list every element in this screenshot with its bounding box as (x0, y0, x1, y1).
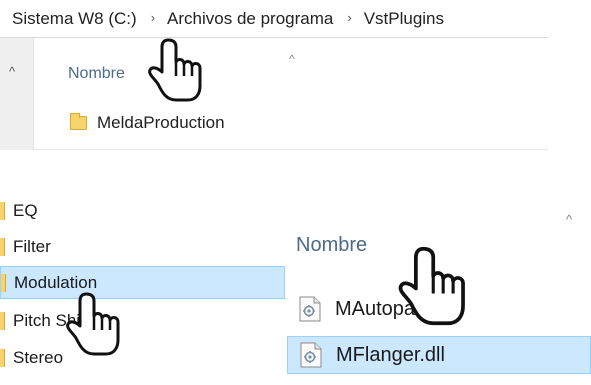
breadcrumb-separator-icon[interactable]: › (347, 10, 351, 25)
tree-item-label: Stereo (13, 347, 64, 367)
breadcrumb-drive[interactable]: Sistema W8 (C:) (12, 9, 137, 29)
scrollbar[interactable]: ^ (0, 38, 34, 150)
hand-pointer-icon (398, 246, 465, 326)
chevron-up-icon[interactable]: ^ (566, 212, 572, 227)
folder-icon (70, 113, 87, 130)
tree-item-pitch-shift[interactable]: Pitch Shift (0, 304, 285, 337)
hand-pointer-icon (148, 38, 202, 102)
folder-icon (0, 201, 5, 220)
list-item-meldaproduction[interactable]: MeldaProduction (70, 110, 225, 136)
scroll-up-icon[interactable]: ^ (9, 64, 15, 79)
chevron-up-icon[interactable]: ^ (289, 52, 295, 66)
breadcrumb: Sistema W8 (C:) › Archivos de programa ›… (0, 0, 548, 38)
list-item-label: MeldaProduction (97, 113, 225, 132)
breadcrumb-vstplugins[interactable]: VstPlugins (364, 9, 444, 29)
tree-item-eq[interactable]: EQ (0, 194, 285, 227)
column-header-nombre[interactable]: Nombre (296, 234, 367, 257)
breadcrumb-separator-icon[interactable]: › (151, 10, 155, 25)
file-name-label: MFlanger.dll (336, 343, 445, 366)
folder-icon (0, 311, 5, 330)
tree-item-stereo[interactable]: Stereo (0, 341, 285, 374)
file-row-mflanger[interactable]: MFlanger.dll (287, 336, 591, 374)
dll-file-icon (300, 342, 322, 368)
tree-item-modulation[interactable]: Modulation (0, 266, 285, 299)
folder-icon (0, 237, 5, 256)
hand-pointer-icon (66, 292, 120, 356)
folder-icon (1, 273, 6, 292)
dll-file-icon (299, 296, 321, 322)
breadcrumb-program-files[interactable]: Archivos de programa (167, 9, 333, 29)
tree-item-filter[interactable]: Filter (0, 230, 285, 263)
explorer-top-panel: Sistema W8 (C:) › Archivos de programa ›… (0, 0, 548, 150)
folder-icon (0, 348, 5, 367)
column-header-nombre[interactable]: Nombre (68, 65, 125, 83)
tree-item-label: Filter (13, 236, 51, 256)
tree-item-label: EQ (13, 200, 38, 220)
